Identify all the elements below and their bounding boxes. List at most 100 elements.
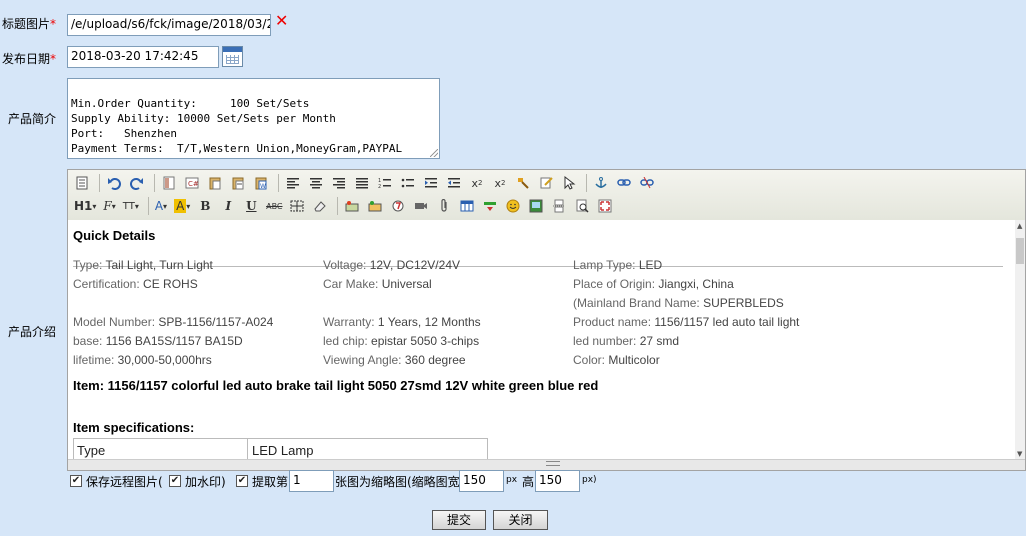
horizontal-rule-icon[interactable] [480,196,500,216]
detail-cell: Viewing Angle: 360 degree [323,353,466,367]
svg-text:W: W [260,183,266,190]
outdent-icon[interactable] [444,173,464,193]
summary-line: Supply Ability: 10000 Set/Sets per Month [71,112,336,125]
paste-icon[interactable] [205,173,225,193]
rich-text-editor[interactable]: C# W 12 x2 x2 H1 ▾ F ▾ TT ▾ A ▾ A ▾ B I … [67,169,1026,471]
detail-cell: Product name: 1156/1157 led auto tail li… [573,315,799,329]
detail-value: Multicolor [605,353,660,367]
table-border-icon[interactable] [287,196,307,216]
save-remote-label: 保存远程图片( [86,475,163,489]
ordered-list-icon[interactable]: 12 [375,173,395,193]
format-brush-icon[interactable] [513,173,533,193]
intro-label: 产品介绍 [8,325,57,339]
insert-video-icon[interactable] [411,196,431,216]
svg-text:2: 2 [378,184,381,189]
submit-button[interactable]: 提交 [432,510,486,530]
insert-image-icon[interactable] [342,196,362,216]
thumb-width-input[interactable]: 150 [459,470,504,492]
justify-icon[interactable] [352,173,372,193]
unordered-list-icon[interactable] [398,173,418,193]
font-size-dropdown[interactable]: TT ▾ [121,196,141,216]
link-icon[interactable] [614,173,634,193]
date-input[interactable]: 2018-03-20 17:42:45 [67,46,219,68]
extract-prefix-label: 提取第 [252,475,289,489]
detail-key: led number: [573,334,637,348]
insert-flash-icon[interactable] [388,196,408,216]
detail-value: SUPERBLEDS [699,296,784,310]
anchor-icon[interactable] [591,173,611,193]
unlink-icon[interactable] [637,173,657,193]
subscript-icon[interactable]: x2 [467,173,487,193]
page-break-icon[interactable] [549,196,569,216]
detail-value: Tail Light, Turn Light [102,258,213,272]
redo-icon[interactable] [127,173,147,193]
detail-key: base: [73,334,103,348]
align-left-icon[interactable] [283,173,303,193]
clear-format-icon[interactable] [536,173,556,193]
close-button[interactable]: 关闭 [493,510,548,530]
detail-key: Color: [573,353,606,367]
resize-grip[interactable] [430,149,438,157]
thumb-height-input[interactable]: 150 [535,470,580,492]
extract-thumb-checkbox[interactable]: ✔ [236,475,248,487]
image-manager-icon[interactable] [526,196,546,216]
svg-text:C#: C# [188,180,199,188]
save-remote-checkbox[interactable]: ✔ [70,475,82,487]
preview-icon[interactable] [572,196,592,216]
fullscreen-icon[interactable] [595,196,615,216]
heading-dropdown[interactable]: H1 ▾ [72,196,98,216]
eraser-icon[interactable] [310,196,330,216]
detail-key: lifetime: [73,353,115,367]
detail-value: 1156 BA15S/1157 BA15D [102,334,243,348]
bold-button[interactable]: B [195,196,215,216]
insert-media-icon[interactable] [365,196,385,216]
watermark-checkbox[interactable]: ✔ [169,475,181,487]
summary-textarea[interactable]: Min.Order Quantity: 100 Set/Sets Supply A… [67,78,440,159]
background-color-button[interactable]: A ▾ [172,196,192,216]
detail-value: Jiangxi, China [655,277,734,291]
editor-resize-grip[interactable] [68,459,1025,470]
code-icon[interactable]: C# [182,173,202,193]
attachment-icon[interactable] [434,196,454,216]
extract-index-input[interactable]: 1 [289,470,334,492]
select-icon[interactable] [559,173,579,193]
calendar-icon[interactable] [222,46,243,67]
height-label: 高 [522,475,535,489]
detail-key: Place of Origin: [573,277,656,291]
detail-cell: Lamp Type: LED [573,258,662,272]
italic-button[interactable]: I [218,196,238,216]
detail-key: Voltage: [323,258,367,272]
editor-content[interactable]: Quick Details Type: Tail Light, Turn Lig… [68,220,1015,460]
superscript-icon[interactable]: x2 [490,173,510,193]
undo-icon[interactable] [104,173,124,193]
underline-button[interactable]: U [241,196,261,216]
detail-value: 12V, DC12V/24V [366,258,460,272]
align-center-icon[interactable] [306,173,326,193]
align-right-icon[interactable] [329,173,349,193]
detail-value: CE ROHS [139,277,198,291]
template-icon[interactable] [159,173,179,193]
editor-scrollbar[interactable]: ▲ ▼ [1015,220,1025,460]
indent-icon[interactable] [421,173,441,193]
image-path-input[interactable]: /e/upload/s6/fck/image/2018/03/20. [67,14,271,36]
detail-key: Type: [73,258,103,272]
editor-toolbar: C# W 12 x2 x2 H1 ▾ F ▾ TT ▾ A ▾ A ▾ B I … [68,170,1025,221]
summary-line: Min.Order Quantity: 100 Set/Sets [71,97,310,110]
paste-word-icon[interactable]: W [251,173,271,193]
detail-cell: Type: Tail Light, Turn Light [73,258,213,272]
date-label: 发布日期* [2,52,57,66]
toolbar-row-1: C# W 12 x2 x2 [72,172,660,194]
emoticon-icon[interactable] [503,196,523,216]
detail-value: epistar 5050 3-chips [367,334,480,348]
detail-value: 1156/1157 led auto tail light [651,315,800,329]
insert-table-icon[interactable] [457,196,477,216]
font-family-dropdown[interactable]: F ▾ [101,196,117,216]
delete-image-icon[interactable]: ✕ [275,13,288,29]
font-color-button[interactable]: A ▾ [153,196,169,216]
source-icon[interactable] [72,173,92,193]
strikethrough-button[interactable]: ABC [264,196,284,216]
paste-text-icon[interactable] [228,173,248,193]
detail-key: Viewing Angle: [323,353,402,367]
extract-suffix-label: 张图为缩略图(缩略图宽 [335,475,460,489]
item-specifications-heading: Item specifications: [73,420,195,435]
